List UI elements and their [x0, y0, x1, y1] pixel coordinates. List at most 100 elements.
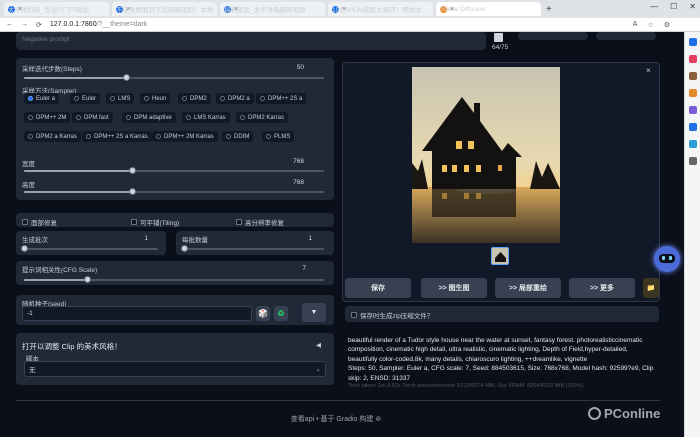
sampler-option[interactable]: DPM fast [72, 112, 113, 123]
cfg-value[interactable]: 7 [294, 265, 306, 272]
sampler-option[interactable]: Euler a [24, 93, 60, 104]
plus-icon[interactable] [688, 157, 697, 165]
height-slider[interactable] [24, 188, 324, 195]
options-panel: 面部修复 可平铺(Tiling) 高分辨率修复 [16, 213, 334, 227]
sampler-option[interactable]: DPM++ 2M [24, 112, 71, 123]
sampler-option[interactable]: PLMS [262, 131, 295, 142]
reload-button[interactable]: ⟳ [36, 21, 42, 29]
url-field[interactable]: 127.0.0.1:7860/?__theme=dark [50, 21, 148, 28]
batch-count-value[interactable]: 1 [136, 235, 148, 242]
collapse-icon[interactable]: ◀ [316, 341, 321, 349]
steps-value[interactable]: 50 [284, 64, 304, 71]
tiling-box[interactable] [131, 219, 137, 225]
seed-input[interactable]: -1 [22, 306, 252, 321]
slider-handle[interactable] [129, 167, 136, 174]
gallery-thumbnail[interactable] [491, 247, 509, 265]
close-window-button[interactable]: ✕ [689, 2, 696, 11]
browser-tab[interactable]: 不仅免费而且不受网络限制！本地 × [112, 2, 217, 16]
height-value[interactable]: 768 [284, 179, 304, 186]
browser-tab[interactable]: 15张N卡AI绘图大横评！帮你才 × [328, 2, 433, 16]
clip-style-toggle[interactable]: 打开以调整 Clip 的美术风格！ [22, 341, 122, 352]
negative-prompt-input[interactable]: Negative prompt [22, 36, 70, 43]
hires-fix-box[interactable] [236, 219, 242, 225]
send-to-img2img-button[interactable]: >> 图生图 [421, 278, 487, 298]
script-select[interactable]: 无 ⌄ [24, 361, 326, 377]
sampler-option-label: DPM++ 2S a Karras [94, 133, 148, 140]
hires-fix-checkbox[interactable]: 高分辨率修复 [236, 217, 284, 227]
cfg-slider[interactable] [24, 276, 324, 283]
footer-divider [16, 400, 660, 401]
zip-checkbox[interactable]: 保存时生成zip压缩文件？ [351, 310, 433, 320]
browser-tab[interactable]: Stable Diffusion × [436, 2, 541, 16]
sampler-option[interactable]: DPM adaptive [122, 112, 176, 123]
sampler-option-label: LMS Karras [194, 114, 226, 121]
sampler-option[interactable]: DPM++ 2M Karras [152, 131, 218, 142]
sampler-option[interactable]: LMS [106, 93, 135, 104]
send-to-extras-button[interactable]: >> 更多 [569, 278, 635, 298]
reuse-seed-button[interactable]: ♻ [274, 306, 288, 321]
width-value[interactable]: 768 [284, 158, 304, 165]
width-slider[interactable] [24, 167, 324, 174]
sampler-option-label: Heun [152, 95, 167, 102]
sampler-option[interactable]: DPM2 a Karras [24, 131, 82, 142]
footer[interactable]: 查看api • 基于 Gradio 构建 ⊚ [6, 414, 666, 424]
slider-handle[interactable] [123, 74, 130, 81]
extra-seed-toggle[interactable]: ▼ [302, 303, 326, 322]
batch-size-slider[interactable] [181, 245, 324, 252]
steps-slider[interactable] [24, 74, 324, 81]
tiling-checkbox[interactable]: 可平铺(Tiling) [131, 217, 179, 227]
sampler-option[interactable]: DDIM [222, 131, 254, 142]
slider-handle[interactable] [129, 188, 136, 195]
circle-icon[interactable] [688, 106, 697, 114]
slider-handle[interactable] [84, 276, 91, 283]
generated-image[interactable] [412, 67, 560, 243]
close-icon[interactable]: × [646, 66, 651, 75]
robot-assistant-icon[interactable] [654, 246, 680, 272]
new-tab-button[interactable]: + [546, 4, 552, 15]
sampler-option[interactable]: DPM2 Karras [236, 112, 289, 123]
read-aloud-icon[interactable]: A [633, 21, 638, 29]
tab-label: Stable Diffusion [440, 5, 486, 13]
puzzle-icon[interactable] [688, 89, 697, 97]
back-button[interactable]: ← [6, 21, 13, 28]
batch-count-slider[interactable] [21, 245, 158, 252]
sampler-option[interactable]: Euler [70, 93, 101, 104]
batch-size-label: 每批数量 [182, 237, 208, 244]
radio-dot-icon [240, 115, 245, 120]
radio-dot-icon [260, 96, 265, 101]
batch-size-value[interactable]: 1 [300, 235, 312, 242]
sampler-option-label: DPM++ 2M [36, 114, 67, 121]
save-button[interactable]: 保存 [345, 278, 411, 298]
browser-tab[interactable]: 太平洋科技_专业IT门户网站 × [4, 2, 109, 16]
send-to-inpaint-button[interactable]: >> 局部重绘 [495, 278, 561, 298]
sampler-option[interactable]: DPM++ 2S a [256, 93, 307, 104]
maximize-button[interactable]: ☐ [670, 2, 677, 11]
browser-tab[interactable]: 搞机运营_太平洋电脑网视频 × [220, 2, 325, 16]
random-seed-button[interactable]: 🎲 [256, 306, 270, 321]
favorite-star-icon[interactable]: ☆ [647, 21, 653, 29]
forward-button[interactable]: → [21, 21, 28, 28]
tag-icon[interactable] [688, 55, 697, 63]
style-apply-remnant[interactable] [596, 32, 656, 40]
zip-box[interactable] [351, 312, 357, 318]
sampler-option[interactable]: DPM2 [178, 93, 211, 104]
sampler-option[interactable]: DPM++ 2S a Karras [82, 131, 152, 142]
outlook-icon[interactable] [688, 123, 697, 131]
slider-handle[interactable] [181, 245, 188, 252]
hires-fix-label: 高分辨率修复 [245, 220, 284, 227]
face-restore-box[interactable] [22, 219, 28, 225]
width-label: 宽度 [22, 161, 35, 168]
minimize-button[interactable]: — [650, 2, 658, 11]
sampler-option[interactable]: LMS Karras [182, 112, 230, 123]
briefcase-icon[interactable] [688, 72, 697, 80]
settings-icon[interactable]: ⚙ [664, 21, 670, 29]
sampler-option[interactable]: Heun [140, 93, 171, 104]
search-icon[interactable] [688, 38, 697, 46]
face-restore-checkbox[interactable]: 面部修复 [22, 217, 57, 227]
style-select-remnant[interactable] [518, 32, 588, 40]
sampler-option[interactable]: DPM2 a [216, 93, 254, 104]
open-folder-button[interactable]: 📁 [643, 278, 659, 298]
paper-plane-icon[interactable] [688, 140, 697, 148]
paste-icon[interactable] [494, 33, 503, 42]
slider-handle[interactable] [21, 245, 28, 252]
